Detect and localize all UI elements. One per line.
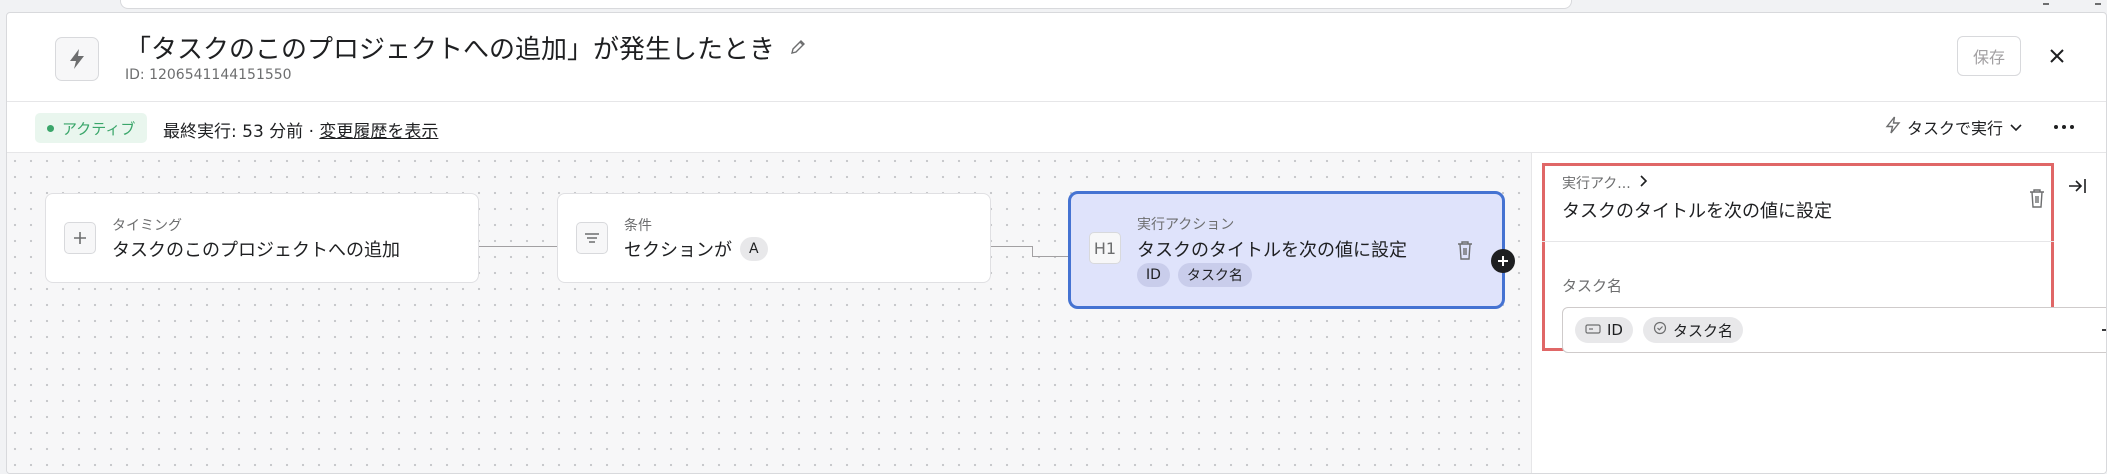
last-run-info: 最終実行: 53 分前 · 変更履歴を表示: [163, 117, 438, 142]
node-kind-label: 条件: [624, 218, 652, 234]
more-options-icon[interactable]: [2049, 114, 2079, 140]
pencil-icon[interactable]: [789, 33, 807, 63]
connector-line: [479, 246, 563, 247]
lightning-outline-icon: [1885, 116, 1901, 138]
plus-icon: [64, 222, 96, 254]
breadcrumb-label: 実行アク...: [1562, 176, 1631, 192]
id-token-label: ID: [1607, 321, 1623, 339]
status-dot-icon: [47, 124, 54, 132]
section-chip: A: [740, 237, 768, 261]
last-run-text: 最終実行: 53 分前 ·: [163, 122, 320, 142]
history-link[interactable]: 変更履歴を表示: [319, 122, 438, 142]
trigger-node[interactable]: タイミング タスクのこのプロジェクトへの追加: [45, 193, 479, 283]
trash-icon[interactable]: [1455, 239, 1477, 263]
node-kind-label: 実行アクション: [1137, 217, 1235, 233]
rule-id: ID: 1206541144151550: [125, 67, 292, 83]
close-icon[interactable]: [2043, 42, 2071, 70]
node-text: タスクのこのプロジェクトへの追加: [112, 236, 400, 262]
minimize-mark-icon[interactable]: [2043, 0, 2049, 5]
task-name-chip: タスク名: [1177, 263, 1252, 287]
status-badge-label: アクティブ: [62, 119, 136, 138]
heading-icon: H1: [1089, 232, 1121, 264]
filter-lines-icon: [576, 222, 608, 254]
rule-editor-modal: 「タスクのこのプロジェクトへの追加」が発生したとき ID: 1206541144…: [6, 12, 2107, 474]
action-node[interactable]: H1 実行アクション タスクのタイトルを次の値に設定 ID タスク名: [1068, 191, 1505, 309]
run-on-label: タスクで実行: [1907, 119, 2004, 138]
run-on-dropdown[interactable]: タスクで実行: [1885, 115, 2023, 139]
connector-line: [1032, 246, 1033, 256]
node-text-value: セクションが: [624, 240, 732, 261]
task-name-field-label: タスク名: [1562, 277, 1623, 295]
connector-line: [990, 246, 1032, 247]
task-name-token-label: タスク名: [1672, 321, 1733, 340]
chevron-right-icon: [1639, 175, 1648, 191]
id-card-icon: [1585, 321, 1601, 339]
insert-variable-icon[interactable]: [2097, 308, 2106, 352]
lightning-icon: [55, 37, 99, 81]
node-text: セクションが A: [624, 236, 768, 262]
action-title: タスクのタイトルを次の値に設定: [1562, 201, 1832, 222]
status-badge: アクティブ: [35, 113, 148, 143]
node-kind-label: タイミング: [112, 218, 182, 234]
chip-row: ID タスク名: [1137, 263, 1252, 287]
status-bar: アクティブ 最終実行: 53 分前 · 変更履歴を表示 タスクで実行: [7, 102, 2106, 153]
action-detail-panel: 実行アク... タスクのタイトルを次の値に設定 タスク名 ID タスク名: [1532, 153, 2106, 473]
node-text-value: タスクのこのプロジェクトへの追加: [112, 240, 400, 261]
workflow-canvas[interactable]: タイミング タスクのこのプロジェクトへの追加 条件 セクションが A H1 実行…: [7, 153, 1532, 473]
window-mark-icon[interactable]: [2095, 0, 2101, 5]
browser-strip: [0, 0, 2107, 12]
action-breadcrumb[interactable]: 実行アク...: [1562, 173, 1648, 193]
rule-title: 「タスクのこのプロジェクトへの追加」が発生したとき: [125, 29, 807, 66]
collapse-panel-icon[interactable]: [2064, 173, 2090, 199]
id-chip: ID: [1137, 263, 1170, 287]
chevron-down-icon: [2009, 118, 2023, 137]
rule-header: 「タスクのこのプロジェクトへの追加」が発生したとき ID: 1206541144…: [7, 13, 2106, 102]
add-step-icon[interactable]: [1491, 249, 1515, 273]
id-token-chip[interactable]: ID: [1575, 317, 1633, 343]
browser-bar: [120, 0, 1572, 9]
condition-node[interactable]: 条件 セクションが A: [557, 193, 991, 283]
task-name-input[interactable]: ID タスク名: [1562, 307, 2106, 353]
node-text: タスクのタイトルを次の値に設定: [1137, 236, 1407, 262]
save-button[interactable]: 保存: [1957, 36, 2021, 76]
check-circle-icon: [1653, 321, 1667, 339]
node-text-value: タスクのタイトルを次の値に設定: [1137, 240, 1407, 261]
trash-icon[interactable]: [2027, 187, 2049, 211]
rule-title-text[interactable]: 「タスクのこのプロジェクトへの追加」が発生したとき: [125, 29, 775, 66]
task-name-token-chip[interactable]: タスク名: [1642, 317, 1743, 343]
panel-divider: [1542, 241, 2054, 242]
